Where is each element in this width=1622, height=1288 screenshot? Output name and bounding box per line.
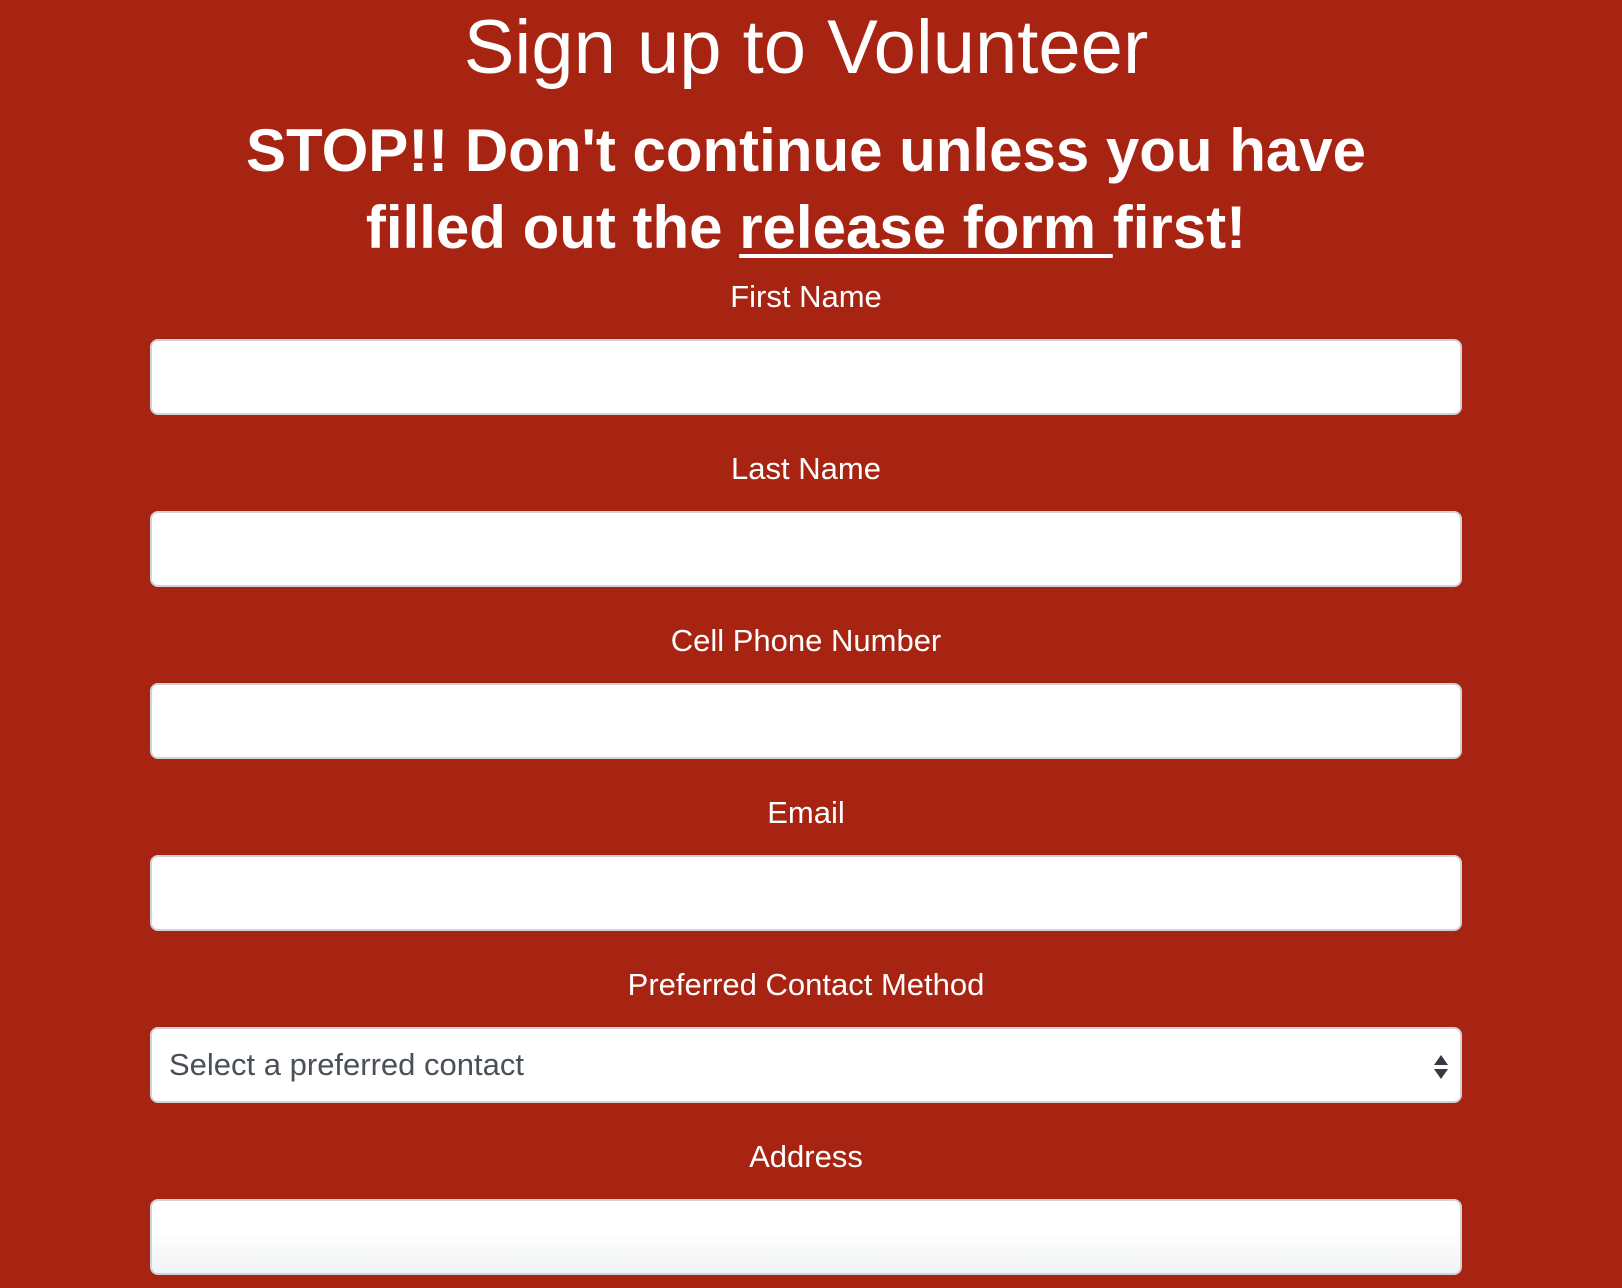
last-name-label: Last Name [731,451,881,486]
volunteer-signup-page: Sign up to Volunteer STOP!! Don't contin… [0,0,1622,1288]
warning-suffix: first! [1112,194,1247,261]
first-name-input[interactable] [150,339,1462,415]
contact-method-select[interactable]: Select a preferred contact [150,1027,1462,1103]
cell-phone-input[interactable] [150,683,1462,759]
contact-method-label: Preferred Contact Method [627,967,985,1002]
release-form-link[interactable]: release form [739,194,1113,261]
last-name-input[interactable] [150,511,1462,587]
contact-method-selected-value: Select a preferred contact [169,1047,524,1082]
email-label: Email [767,795,845,830]
release-form-warning: STOP!! Don't continue unless you have fi… [211,112,1401,266]
address-input[interactable] [150,1199,1462,1275]
sort-arrows-icon [1434,1055,1448,1079]
page-title: Sign up to Volunteer [463,5,1149,90]
first-name-label: First Name [730,279,882,314]
email-input[interactable] [150,855,1462,931]
address-label: Address [749,1139,863,1174]
cell-phone-label: Cell Phone Number [670,623,942,658]
